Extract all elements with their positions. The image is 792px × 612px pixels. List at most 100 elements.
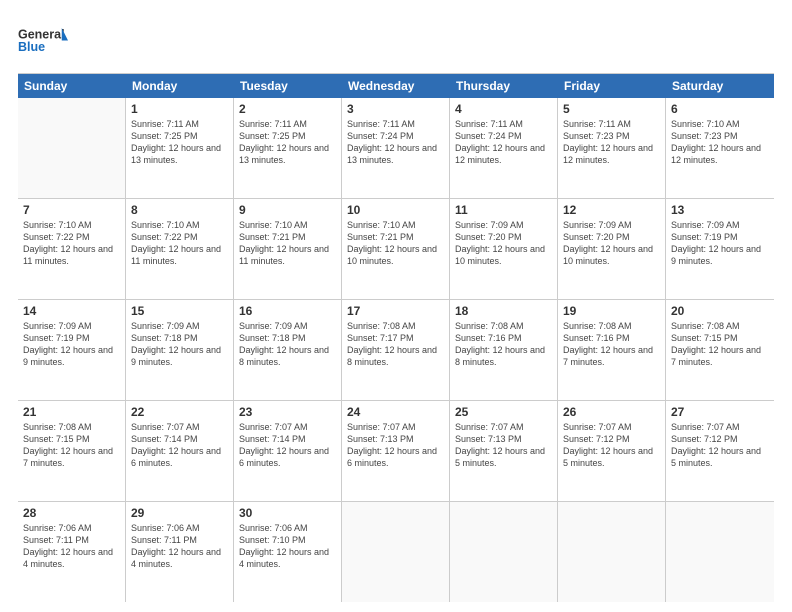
weekday-header-tuesday: Tuesday [234, 74, 342, 98]
cell-info: Sunrise: 7:10 AMSunset: 7:21 PMDaylight:… [347, 219, 444, 268]
cell-info: Sunrise: 7:07 AMSunset: 7:12 PMDaylight:… [563, 421, 660, 470]
calendar-cell-22: 22Sunrise: 7:07 AMSunset: 7:14 PMDayligh… [126, 401, 234, 501]
calendar-cell-25: 25 Sunrise: 7:07 AMSunset: 7:13 PMDayligh… [450, 401, 558, 501]
cell-info: Sunrise: 7:06 AMSunset: 7:11 PMDaylight:… [131, 522, 228, 571]
cell-info: Sunrise: 7:09 AMSunset: 7:20 PMDaylight:… [455, 219, 552, 268]
calendar-cell-20: 20 Sunrise: 7:08 AMSunset: 7:15 PMDayligh… [666, 300, 774, 400]
calendar-cell-24: 24 Sunrise: 7:07 AMSunset: 7:13 PMDayligh… [342, 401, 450, 501]
day-number: 24 [347, 405, 444, 419]
cell-info: Sunrise: 7:06 AMSunset: 7:10 PMDaylight:… [239, 522, 336, 571]
weekday-header-saturday: Saturday [666, 74, 774, 98]
calendar-cell-2: 2 Sunrise: 7:11 AMSunset: 7:25 PMDaylight… [234, 98, 342, 198]
day-number: 16 [239, 304, 336, 318]
calendar-cell-30: 30 Sunrise: 7:06 AMSunset: 7:10 PMDayligh… [234, 502, 342, 602]
calendar-cell-15: 15Sunrise: 7:09 AMSunset: 7:18 PMDayligh… [126, 300, 234, 400]
calendar-cell-5: 5 Sunrise: 7:11 AMSunset: 7:23 PMDaylight… [558, 98, 666, 198]
calendar-body: 1 Sunrise: 7:11 AMSunset: 7:25 PMDaylight… [18, 98, 774, 602]
cell-info: Sunrise: 7:10 AMSunset: 7:22 PMDaylight:… [131, 219, 228, 268]
day-number: 7 [23, 203, 120, 217]
cell-info: Sunrise: 7:09 AMSunset: 7:19 PMDaylight:… [23, 320, 120, 369]
calendar-cell-empty [18, 98, 126, 198]
day-number: 17 [347, 304, 444, 318]
calendar-cell-23: 23Sunrise: 7:07 AMSunset: 7:14 PMDayligh… [234, 401, 342, 501]
calendar-cell-8: 8 Sunrise: 7:10 AMSunset: 7:22 PMDaylight… [126, 199, 234, 299]
day-number: 18 [455, 304, 552, 318]
day-number: 13 [671, 203, 769, 217]
calendar-cell-12: 12 Sunrise: 7:09 AMSunset: 7:20 PMDayligh… [558, 199, 666, 299]
day-number: 20 [671, 304, 769, 318]
calendar-cell-27: 27 Sunrise: 7:07 AMSunset: 7:12 PMDayligh… [666, 401, 774, 501]
day-number: 29 [131, 506, 228, 520]
cell-info: Sunrise: 7:09 AMSunset: 7:19 PMDaylight:… [671, 219, 769, 268]
calendar-row-5: 28 Sunrise: 7:06 AMSunset: 7:11 PMDayligh… [18, 502, 774, 602]
day-number: 1 [131, 102, 228, 116]
cell-info: Sunrise: 7:07 AMSunset: 7:13 PMDaylight:… [455, 421, 552, 470]
calendar-cell-1: 1 Sunrise: 7:11 AMSunset: 7:25 PMDaylight… [126, 98, 234, 198]
weekday-header-monday: Monday [126, 74, 234, 98]
header: General Blue [18, 18, 774, 63]
day-number: 14 [23, 304, 120, 318]
calendar-cell-6: 6 Sunrise: 7:10 AMSunset: 7:23 PMDaylight… [666, 98, 774, 198]
cell-info: Sunrise: 7:07 AMSunset: 7:12 PMDaylight:… [671, 421, 769, 470]
day-number: 26 [563, 405, 660, 419]
cell-info: Sunrise: 7:09 AMSunset: 7:18 PMDaylight:… [131, 320, 228, 369]
calendar-row-3: 14 Sunrise: 7:09 AMSunset: 7:19 PMDayligh… [18, 300, 774, 401]
day-number: 9 [239, 203, 336, 217]
cell-info: Sunrise: 7:11 AMSunset: 7:23 PMDaylight:… [563, 118, 660, 167]
calendar-cell-11: 11Sunrise: 7:09 AMSunset: 7:20 PMDayligh… [450, 199, 558, 299]
cell-info: Sunrise: 7:08 AMSunset: 7:17 PMDaylight:… [347, 320, 444, 369]
calendar-cell-21: 21Sunrise: 7:08 AMSunset: 7:15 PMDayligh… [18, 401, 126, 501]
day-number: 19 [563, 304, 660, 318]
calendar-cell-3: 3 Sunrise: 7:11 AMSunset: 7:24 PMDaylight… [342, 98, 450, 198]
logo-svg: General Blue [18, 18, 68, 63]
day-number: 25 [455, 405, 552, 419]
calendar-row-1: 1 Sunrise: 7:11 AMSunset: 7:25 PMDaylight… [18, 98, 774, 199]
calendar-cell-19: 19 Sunrise: 7:08 AMSunset: 7:16 PMDayligh… [558, 300, 666, 400]
calendar-cell-29: 29 Sunrise: 7:06 AMSunset: 7:11 PMDayligh… [126, 502, 234, 602]
day-number: 4 [455, 102, 552, 116]
day-number: 2 [239, 102, 336, 116]
calendar-cell-empty [342, 502, 450, 602]
calendar-cell-9: 9Sunrise: 7:10 AMSunset: 7:21 PMDaylight… [234, 199, 342, 299]
day-number: 10 [347, 203, 444, 217]
calendar-cell-16: 16Sunrise: 7:09 AMSunset: 7:18 PMDayligh… [234, 300, 342, 400]
cell-info: Sunrise: 7:10 AMSunset: 7:23 PMDaylight:… [671, 118, 769, 167]
day-number: 5 [563, 102, 660, 116]
day-number: 28 [23, 506, 120, 520]
calendar-cell-empty [666, 502, 774, 602]
calendar-page: General Blue SundayMondayTuesdayWednesda… [0, 0, 792, 612]
cell-info: Sunrise: 7:11 AMSunset: 7:24 PMDaylight:… [455, 118, 552, 167]
logo: General Blue [18, 18, 68, 63]
cell-info: Sunrise: 7:07 AMSunset: 7:14 PMDaylight:… [131, 421, 228, 470]
cell-info: Sunrise: 7:11 AMSunset: 7:25 PMDaylight:… [131, 118, 228, 167]
svg-text:Blue: Blue [18, 40, 45, 54]
calendar-cell-14: 14 Sunrise: 7:09 AMSunset: 7:19 PMDayligh… [18, 300, 126, 400]
day-number: 3 [347, 102, 444, 116]
calendar-row-4: 21Sunrise: 7:08 AMSunset: 7:15 PMDayligh… [18, 401, 774, 502]
calendar-cell-4: 4 Sunrise: 7:11 AMSunset: 7:24 PMDaylight… [450, 98, 558, 198]
day-number: 27 [671, 405, 769, 419]
cell-info: Sunrise: 7:06 AMSunset: 7:11 PMDaylight:… [23, 522, 120, 571]
day-number: 12 [563, 203, 660, 217]
cell-info: Sunrise: 7:08 AMSunset: 7:15 PMDaylight:… [23, 421, 120, 470]
calendar: SundayMondayTuesdayWednesdayThursdayFrid… [18, 73, 774, 602]
day-number: 30 [239, 506, 336, 520]
cell-info: Sunrise: 7:07 AMSunset: 7:14 PMDaylight:… [239, 421, 336, 470]
calendar-cell-7: 7 Sunrise: 7:10 AMSunset: 7:22 PMDaylight… [18, 199, 126, 299]
weekday-header-sunday: Sunday [18, 74, 126, 98]
calendar-row-2: 7 Sunrise: 7:10 AMSunset: 7:22 PMDaylight… [18, 199, 774, 300]
cell-info: Sunrise: 7:07 AMSunset: 7:13 PMDaylight:… [347, 421, 444, 470]
calendar-cell-empty [558, 502, 666, 602]
cell-info: Sunrise: 7:08 AMSunset: 7:15 PMDaylight:… [671, 320, 769, 369]
cell-info: Sunrise: 7:11 AMSunset: 7:24 PMDaylight:… [347, 118, 444, 167]
calendar-cell-28: 28 Sunrise: 7:06 AMSunset: 7:11 PMDayligh… [18, 502, 126, 602]
calendar-cell-17: 17 Sunrise: 7:08 AMSunset: 7:17 PMDayligh… [342, 300, 450, 400]
cell-info: Sunrise: 7:11 AMSunset: 7:25 PMDaylight:… [239, 118, 336, 167]
cell-info: Sunrise: 7:09 AMSunset: 7:20 PMDaylight:… [563, 219, 660, 268]
cell-info: Sunrise: 7:10 AMSunset: 7:22 PMDaylight:… [23, 219, 120, 268]
day-number: 6 [671, 102, 769, 116]
cell-info: Sunrise: 7:08 AMSunset: 7:16 PMDaylight:… [455, 320, 552, 369]
cell-info: Sunrise: 7:08 AMSunset: 7:16 PMDaylight:… [563, 320, 660, 369]
calendar-header: SundayMondayTuesdayWednesdayThursdayFrid… [18, 73, 774, 98]
day-number: 8 [131, 203, 228, 217]
